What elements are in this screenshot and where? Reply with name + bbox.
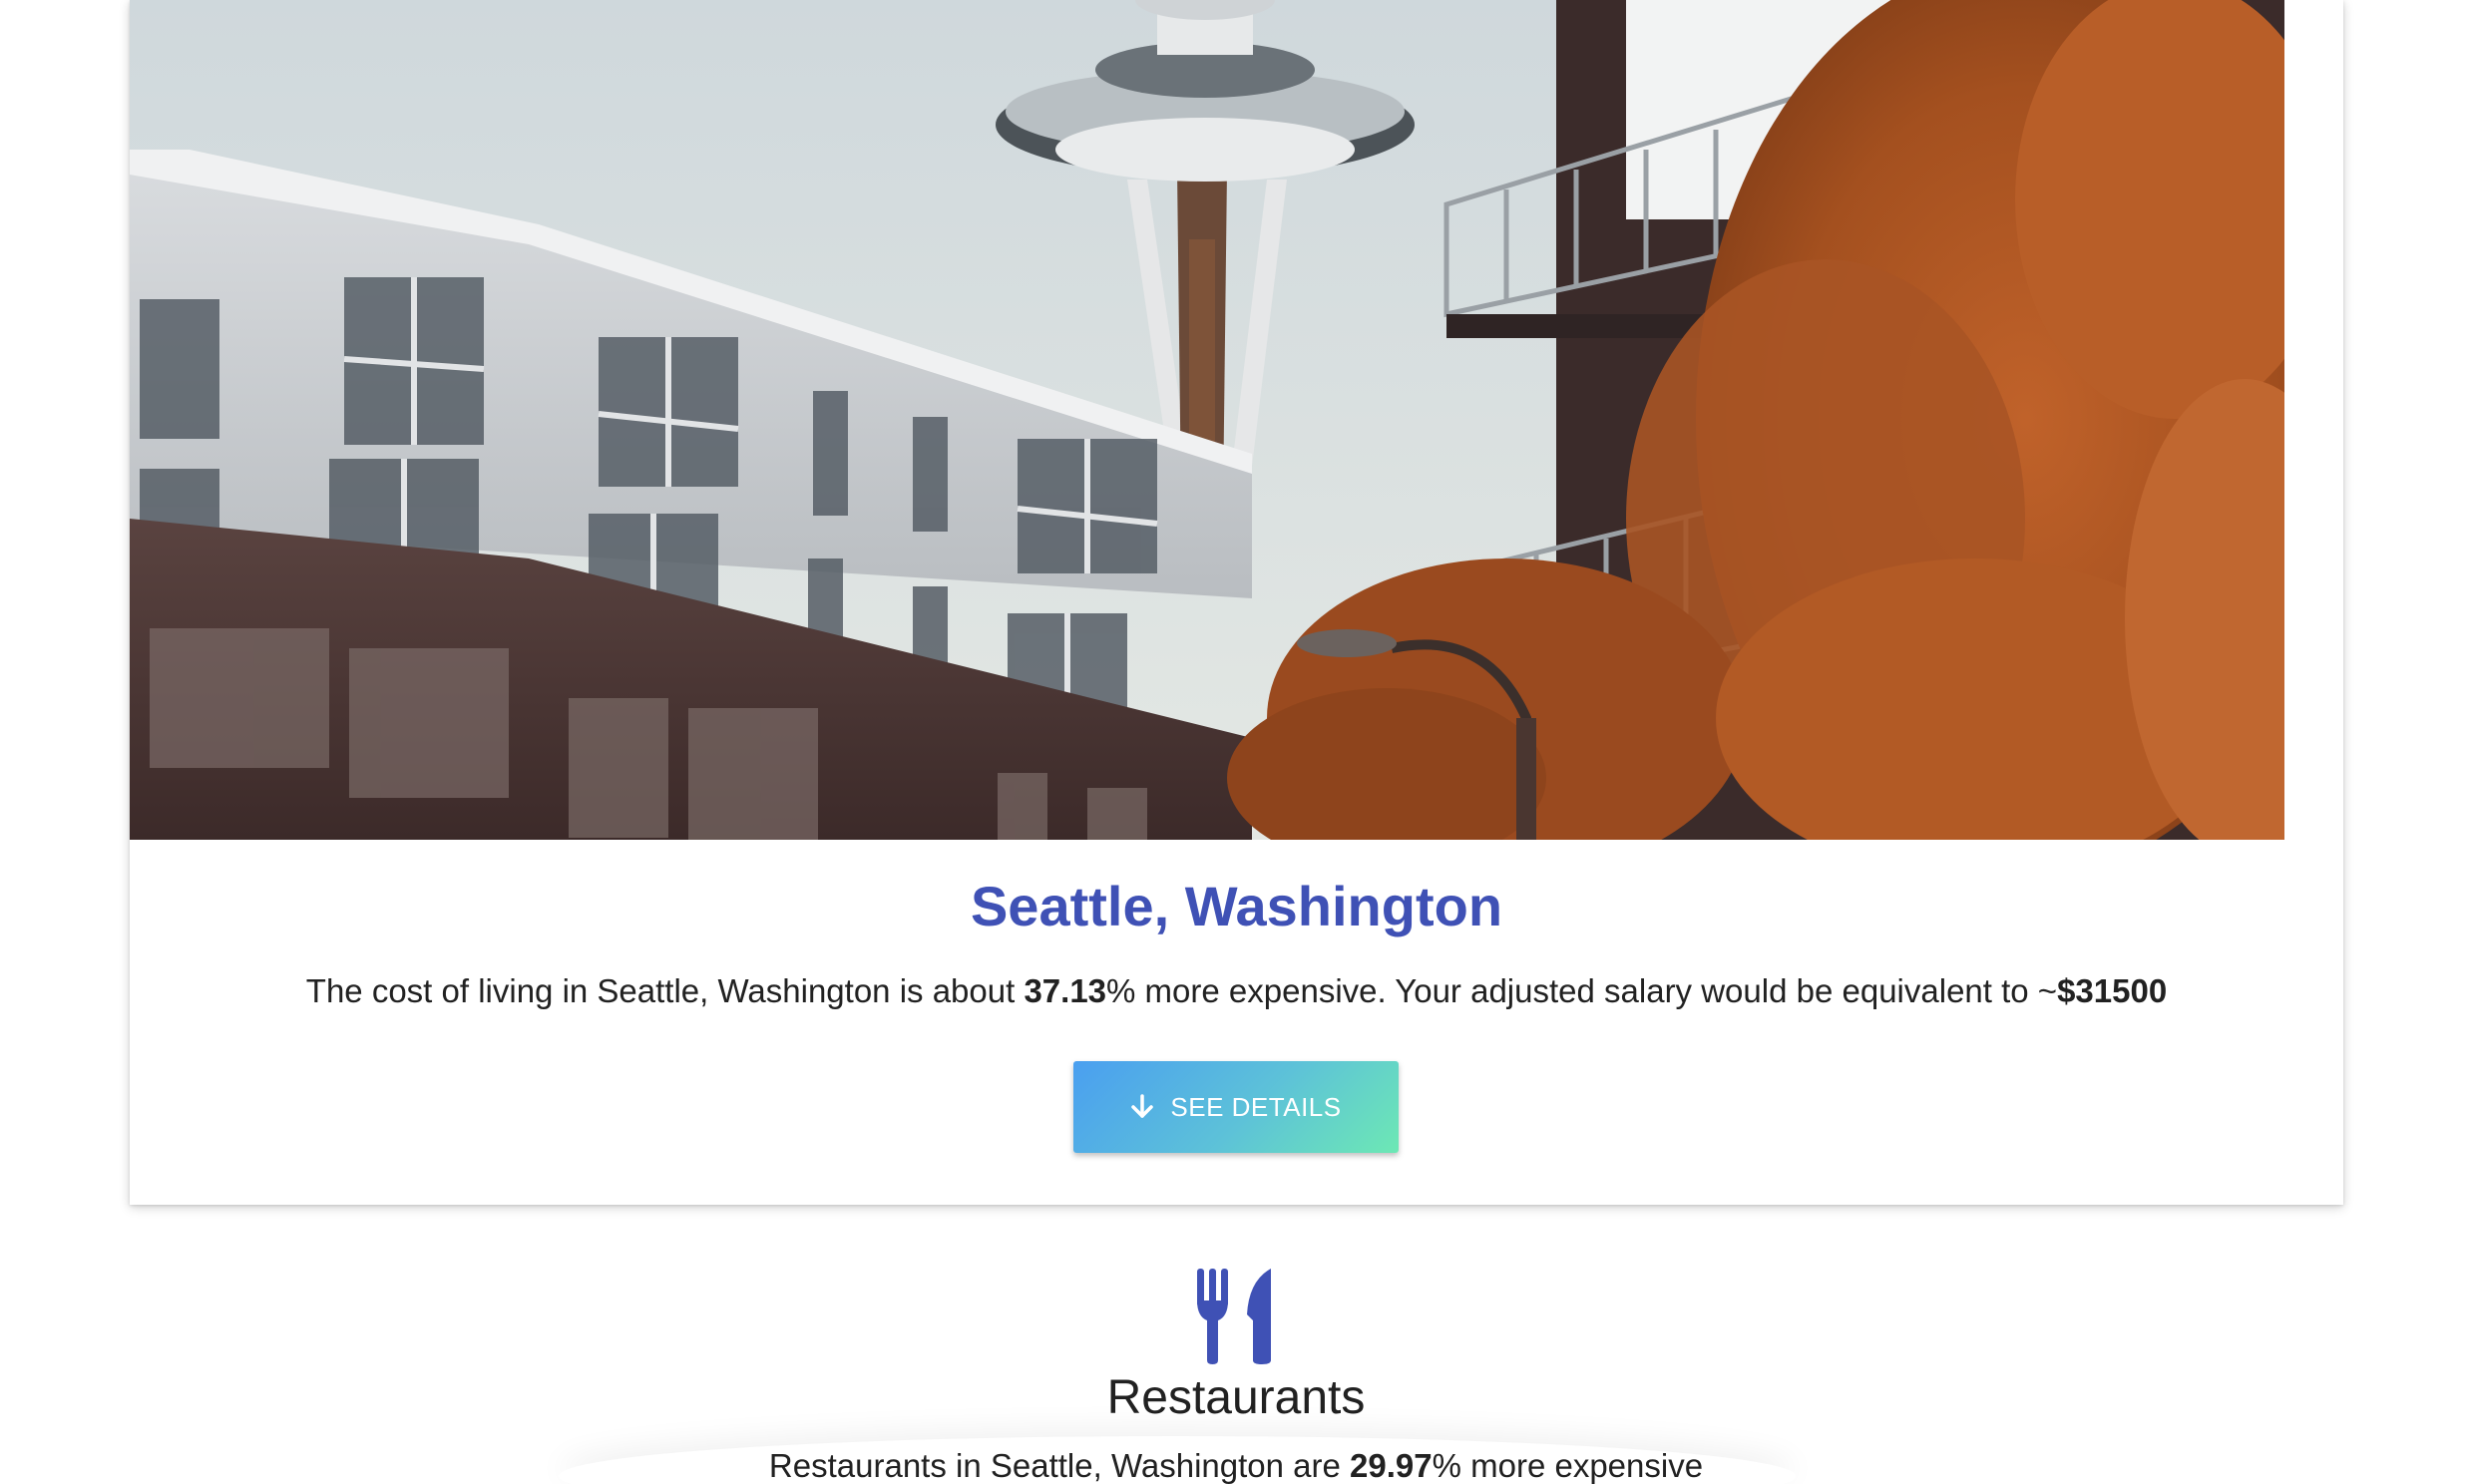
cost-summary-middle: % more expensive. Your adjusted salary w…: [1106, 972, 2058, 1009]
cost-summary: The cost of living in Seattle, Washingto…: [130, 972, 2343, 1010]
page: Seattle, Washington The cost of living i…: [0, 0, 2472, 1484]
city-title: Seattle, Washington: [970, 875, 1503, 937]
cost-summary-prefix: The cost of living in Seattle, Washingto…: [305, 972, 1025, 1009]
arrow-down-icon: [1130, 1094, 1154, 1120]
see-details-button[interactable]: SEE DETAILS: [1073, 1061, 1399, 1153]
city-hero-image: [130, 0, 2284, 840]
see-details-label: SEE DETAILS: [1170, 1091, 1342, 1122]
hero-illustration: [130, 0, 2284, 840]
restaurants-title: Restaurants: [1106, 1371, 1366, 1424]
fork-knife-icon: [1195, 1267, 1277, 1366]
adjusted-salary: $31500: [2057, 972, 2168, 1009]
city-card: Seattle, Washington The cost of living i…: [130, 0, 2343, 1205]
cost-percent: 37.13: [1024, 972, 1107, 1009]
